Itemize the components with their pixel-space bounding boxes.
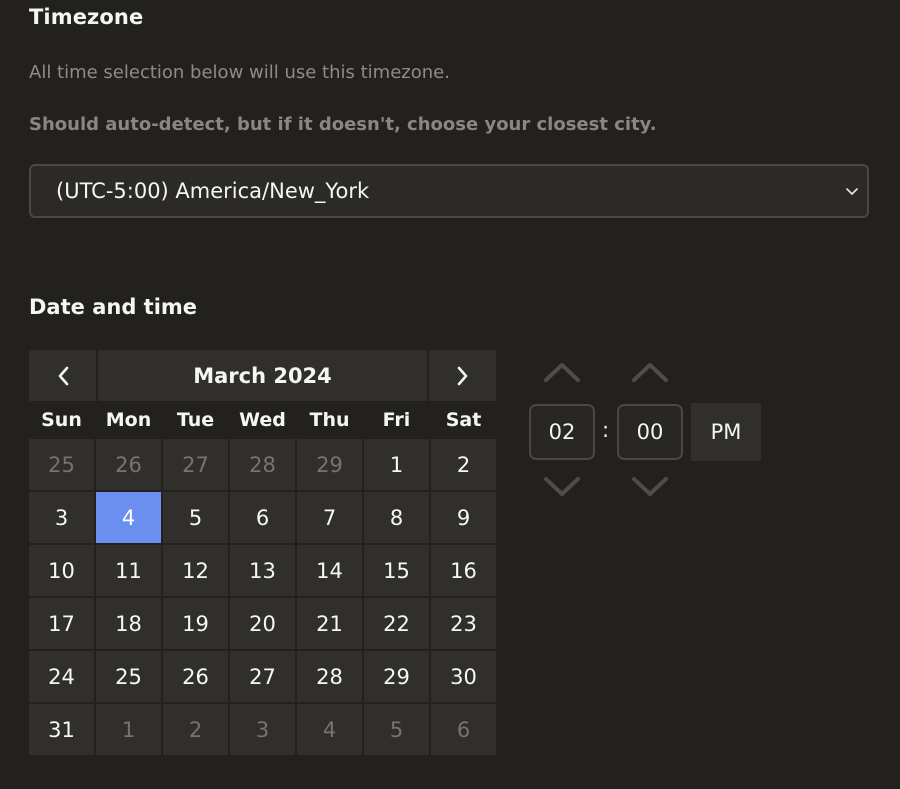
- weekday-mon: Mon: [105, 409, 152, 431]
- calendar-day[interactable]: 3: [29, 492, 94, 543]
- calendar-day[interactable]: 16: [431, 545, 496, 596]
- next-month-button[interactable]: [429, 350, 496, 401]
- weekday-fri: Fri: [382, 409, 411, 431]
- calendar-day[interactable]: 24: [29, 651, 94, 702]
- calendar-month-label: March 2024: [98, 350, 427, 401]
- calendar-day-outside[interactable]: 1: [96, 704, 161, 755]
- calendar-day-selected[interactable]: 4: [96, 492, 161, 543]
- calendar-day[interactable]: 22: [364, 598, 429, 649]
- calendar-day[interactable]: 7: [297, 492, 362, 543]
- calendar-day[interactable]: 21: [297, 598, 362, 649]
- weekday-sat: Sat: [445, 409, 482, 431]
- calendar-day-outside[interactable]: 5: [364, 704, 429, 755]
- minute-decrement-button[interactable]: [630, 475, 670, 499]
- calendar: March 2024 Sun Mon Tue Wed Thu Fri Sat 25 26 27 2…: [29, 350, 496, 755]
- calendar-day-outside[interactable]: 4: [297, 704, 362, 755]
- date-time-heading: Date and time: [29, 295, 198, 319]
- weekday-header-row: Sun Mon Tue Wed Thu Fri Sat: [29, 401, 496, 439]
- calendar-day[interactable]: 1: [364, 439, 429, 490]
- calendar-day[interactable]: 11: [96, 545, 161, 596]
- timezone-datetime-panel: Timezone All time selection below will u…: [0, 0, 900, 789]
- calendar-day-outside[interactable]: 29: [297, 439, 362, 490]
- calendar-day[interactable]: 14: [297, 545, 362, 596]
- chevron-up-icon: [632, 363, 668, 382]
- calendar-day[interactable]: 8: [364, 492, 429, 543]
- weekday-tue: Tue: [176, 409, 215, 431]
- timezone-hint: Should auto-detect, but if it doesn't, c…: [29, 114, 657, 135]
- timezone-heading: Timezone: [29, 5, 144, 29]
- calendar-day[interactable]: 6: [230, 492, 295, 543]
- time-separator: :: [602, 418, 610, 442]
- chevron-up-icon: [544, 363, 580, 382]
- prev-month-button[interactable]: [29, 350, 96, 401]
- timezone-select[interactable]: (UTC-5:00) America/New_York: [29, 164, 869, 218]
- weekday-sun: Sun: [41, 409, 82, 431]
- chevron-down-icon: [544, 477, 580, 496]
- calendar-day[interactable]: 2: [431, 439, 496, 490]
- calendar-day-grid: 25 26 27 28 29 1 2 3 4 5 6 7 8 9 10 11 12 13 14 15 16 17 18 19 2…: [29, 439, 496, 755]
- minute-increment-button[interactable]: [630, 360, 670, 384]
- calendar-day[interactable]: 9: [431, 492, 496, 543]
- calendar-day-outside[interactable]: 6: [431, 704, 496, 755]
- calendar-day-outside[interactable]: 26: [96, 439, 161, 490]
- calendar-day-outside[interactable]: 25: [29, 439, 94, 490]
- weekday-thu: Thu: [309, 409, 350, 431]
- hour-input[interactable]: 02: [529, 404, 595, 460]
- weekday-wed: Wed: [239, 409, 286, 431]
- calendar-day[interactable]: 30: [431, 651, 496, 702]
- minute-input[interactable]: 00: [617, 404, 683, 460]
- chevron-down-icon: [632, 477, 668, 496]
- calendar-day[interactable]: 17: [29, 598, 94, 649]
- hour-decrement-button[interactable]: [542, 475, 582, 499]
- calendar-day-outside[interactable]: 3: [230, 704, 295, 755]
- chevron-down-icon: [846, 188, 858, 195]
- calendar-day[interactable]: 28: [297, 651, 362, 702]
- calendar-day-outside[interactable]: 2: [163, 704, 228, 755]
- calendar-day[interactable]: 18: [96, 598, 161, 649]
- calendar-day[interactable]: 23: [431, 598, 496, 649]
- hour-increment-button[interactable]: [542, 360, 582, 384]
- calendar-day-outside[interactable]: 27: [163, 439, 228, 490]
- chevron-left-icon: [58, 366, 68, 385]
- calendar-header: March 2024: [29, 350, 496, 401]
- calendar-day[interactable]: 10: [29, 545, 94, 596]
- chevron-right-icon: [457, 366, 467, 385]
- calendar-day[interactable]: 5: [163, 492, 228, 543]
- calendar-day[interactable]: 31: [29, 704, 94, 755]
- am-pm-toggle[interactable]: PM: [691, 403, 761, 461]
- calendar-day[interactable]: 29: [364, 651, 429, 702]
- calendar-day[interactable]: 20: [230, 598, 295, 649]
- timezone-description: All time selection below will use this t…: [29, 62, 450, 83]
- calendar-day[interactable]: 26: [163, 651, 228, 702]
- timezone-select-value: (UTC-5:00) America/New_York: [56, 179, 370, 203]
- calendar-day[interactable]: 15: [364, 545, 429, 596]
- calendar-day[interactable]: 13: [230, 545, 295, 596]
- calendar-day-outside[interactable]: 28: [230, 439, 295, 490]
- calendar-day[interactable]: 19: [163, 598, 228, 649]
- calendar-day[interactable]: 12: [163, 545, 228, 596]
- calendar-day[interactable]: 25: [96, 651, 161, 702]
- calendar-day[interactable]: 27: [230, 651, 295, 702]
